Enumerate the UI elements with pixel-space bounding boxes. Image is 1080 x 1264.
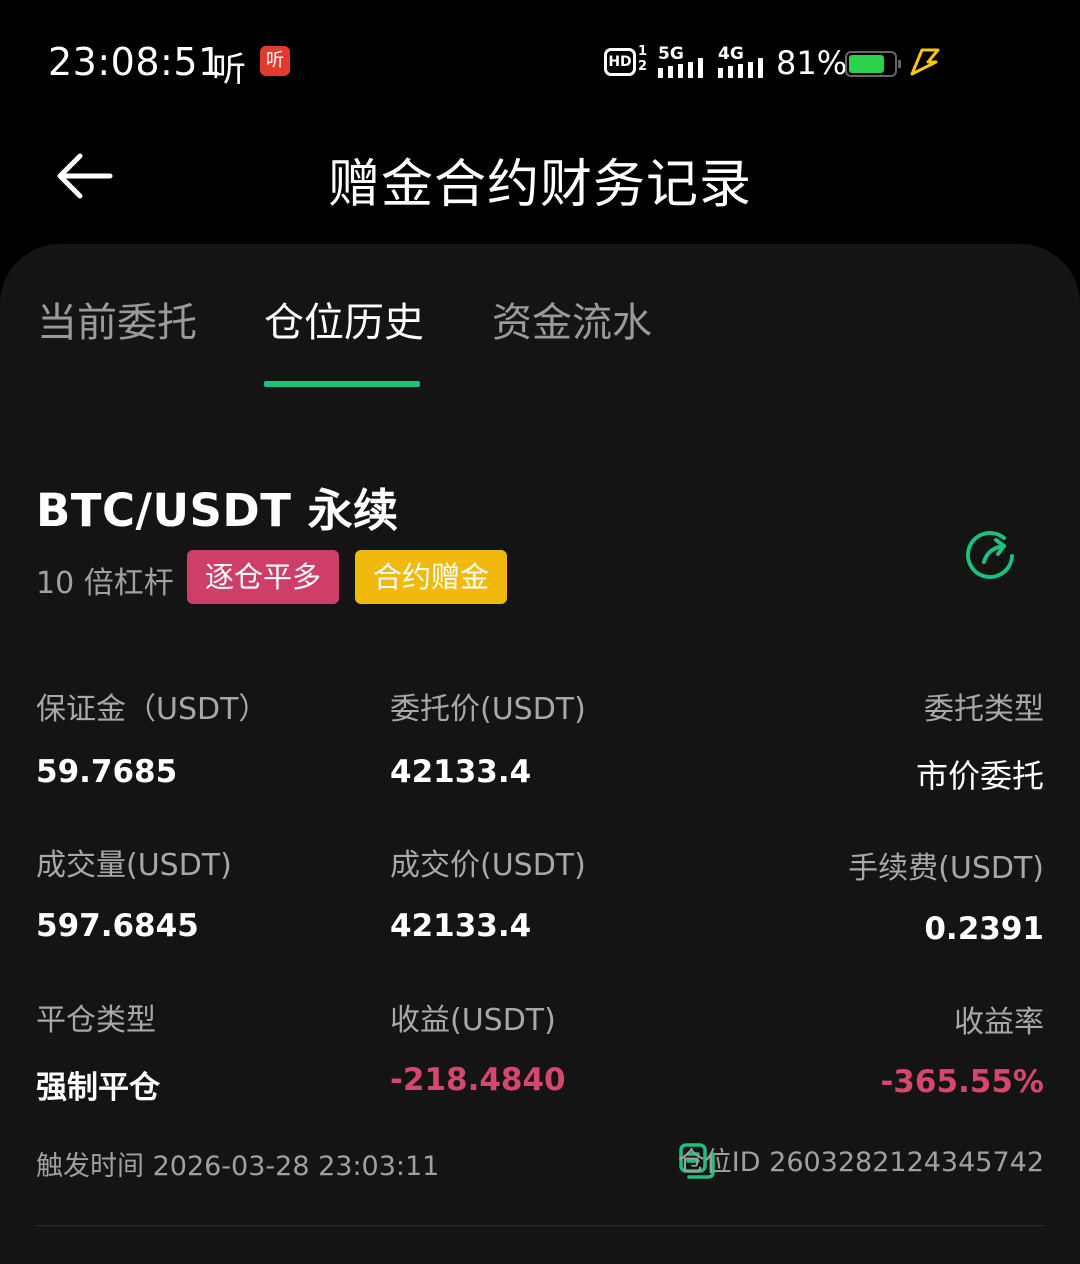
close-type-label: 平仓类型 xyxy=(36,1003,156,1038)
status-time: 23:08:51 xyxy=(48,40,223,84)
trigger-time-value: 2026-03-28 23:03:11 xyxy=(152,1151,440,1182)
position-id[interactable]: 仓位ID 2603282124345742 xyxy=(678,1140,1044,1179)
fill-price-label: 成交价(USDT) xyxy=(390,848,586,883)
position-id-value: 2603282124345742 xyxy=(769,1147,1044,1178)
battery-icon xyxy=(845,51,901,77)
order-type-label: 委托类型 xyxy=(924,692,1044,727)
hd-sim-numbers: 12 xyxy=(638,44,648,74)
close-long-tag: 逐仓平多 xyxy=(187,550,340,604)
tab-fund-flow[interactable]: 资金流水 xyxy=(492,290,652,348)
order-price-label: 委托价(USDT) xyxy=(390,692,586,727)
battery-percent: 81% xyxy=(776,44,848,82)
pnl-value: -218.4840 xyxy=(390,1062,566,1098)
order-type-value: 市价委托 xyxy=(915,757,1044,795)
charging-bolt-icon xyxy=(910,48,940,76)
leverage-label: 10 倍杠杆 xyxy=(36,566,174,601)
hd-voice-icon: HD xyxy=(604,48,636,76)
app-notification-icon: 听 xyxy=(260,46,290,76)
bonus-tag: 合约赠金 xyxy=(355,550,508,604)
tab-current-orders[interactable]: 当前委托 xyxy=(37,290,197,348)
roi-value: -365.55% xyxy=(880,1064,1044,1100)
close-type-value: 强制平仓 xyxy=(36,1070,160,1106)
top-header: 赠金合约财务记录 xyxy=(0,120,1080,230)
contract-pair: BTC/USDT 永续 xyxy=(36,484,399,537)
active-tab-indicator xyxy=(264,381,420,387)
roi-label: 收益率 xyxy=(954,1005,1044,1040)
page-title: 赠金合约财务记录 xyxy=(327,155,752,215)
fee-value: 0.2391 xyxy=(924,911,1044,947)
tab-position-history[interactable]: 仓位历史 xyxy=(264,290,424,348)
trigger-time-label: 触发时间 xyxy=(36,1151,144,1182)
volume-label: 成交量(USDT) xyxy=(36,848,232,883)
records-panel: 当前委托 仓位历史 资金流水 BTC/USDT 永续 10 倍杠杆 逐仓平多 合… xyxy=(0,244,1080,1264)
share-icon[interactable] xyxy=(962,526,1018,582)
position-id-label: 仓位ID xyxy=(677,1147,761,1178)
signal-4g-icon: 4G xyxy=(718,44,768,78)
signal-5g-icon: 5G xyxy=(658,44,708,78)
fill-price-value: 42133.4 xyxy=(390,908,532,944)
margin-value: 59.7685 xyxy=(36,754,178,790)
pnl-label: 收益(USDT) xyxy=(390,1003,556,1038)
status-bar: 23:08:51 听 听 HD 12 5G 4G 81% xyxy=(0,0,1080,120)
fee-label: 手续费(USDT) xyxy=(848,851,1044,886)
volume-value: 597.6845 xyxy=(36,908,199,944)
order-price-value: 42133.4 xyxy=(390,754,532,790)
status-ting-glyph: 听 xyxy=(212,50,246,90)
margin-label: 保证金（USDT） xyxy=(36,692,269,727)
divider xyxy=(36,1225,1044,1226)
trigger-time: 触发时间 2026-03-28 23:03:11 xyxy=(36,1144,439,1183)
